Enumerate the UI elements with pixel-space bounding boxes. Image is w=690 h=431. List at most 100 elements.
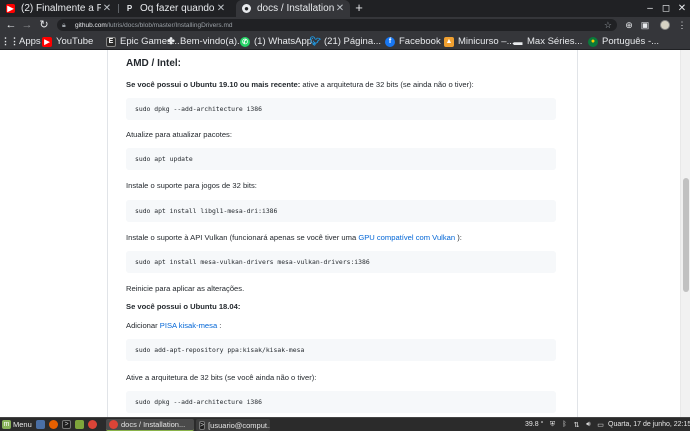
volume-icon[interactable]: 🔊︎: [584, 418, 593, 431]
bookmark-star-icon[interactable]: ☆: [604, 19, 612, 31]
page-scrollbar[interactable]: [680, 50, 690, 417]
bookmark-label: YouTube: [56, 36, 94, 47]
window-label: docs / Installation...: [121, 420, 186, 429]
window-label: [usuario@comput...: [208, 420, 270, 430]
address-url: github.com/lutris/docs/blob/master/Insta…: [75, 22, 233, 29]
chrome-launcher[interactable]: [88, 418, 97, 431]
paragraph-ubuntu-1910: Se você possui o Ubuntu 19.10 ou mais re…: [126, 80, 474, 89]
cast-icon[interactable]: ▣: [639, 17, 651, 33]
extension-icon[interactable]: ⊕: [623, 17, 635, 33]
bookmark-label: Facebook: [399, 36, 441, 47]
folder-icon: [75, 420, 84, 429]
update-shield-icon[interactable]: ⛨: [548, 418, 557, 431]
show-desktop-icon[interactable]: [36, 418, 45, 431]
menu-kebab-icon[interactable]: ⋮: [676, 17, 688, 33]
terminal-icon: >: [199, 420, 206, 430]
close-icon[interactable]: ✕: [101, 3, 113, 14]
network-icon[interactable]: ⇅: [572, 418, 581, 431]
forward-arrow-icon[interactable]: →: [20, 17, 34, 33]
code-block[interactable]: sudo apt install mesa-vulkan-drivers mes…: [126, 251, 556, 273]
paragraph-add-ppa: Adicionar PISA kisak-mesa :: [126, 321, 221, 330]
paragraph-text: Instale o suporte à API Vulkan (funciona…: [126, 233, 359, 242]
paragraph-ubuntu-1804: Se você possui o Ubuntu 18.04:: [126, 302, 240, 311]
taskbar: m Menu > docs / Installation... > [usuar…: [0, 417, 690, 431]
tab-youtube[interactable]: ▶ (2) Finalmente a POP ✕: [0, 0, 117, 17]
bookmark-label: Apps: [19, 36, 41, 47]
paragraph-text: ):: [455, 233, 462, 242]
firefox-icon: [49, 420, 58, 429]
vulkan-gpu-link[interactable]: GPU compatível com Vulkan: [358, 233, 455, 242]
twitter-icon: 🐦︎: [309, 36, 321, 46]
lock-icon: 🔒︎: [62, 21, 66, 29]
paragraph-text: ative a arquitetura de 32 bits (se ainda…: [300, 80, 474, 89]
url-path: /lutris/docs/blob/master/InstallingDrive…: [106, 21, 233, 29]
start-menu-button[interactable]: m Menu: [2, 418, 32, 431]
tab-title: docs / InstallationDriv: [257, 3, 334, 14]
cpu-temperature: 39.8 °: [525, 421, 544, 428]
bookmark-label: (1) WhatsApp: [254, 36, 313, 47]
bookmark-facebook[interactable]: f Facebook: [385, 33, 441, 50]
bem-vindo-icon: ✤: [167, 36, 175, 46]
speaker-icon: 🔊︎: [586, 420, 591, 428]
bookmark-apps[interactable]: ⋮⋮ Apps: [1, 33, 41, 50]
bookmark-label: Max Séries...: [527, 36, 583, 47]
bookmark-max-series[interactable]: ▬ Max Séries...: [513, 33, 583, 50]
paragraph-restart: Reinicie para aplicar as alterações.: [126, 284, 245, 293]
new-tab-button[interactable]: +: [352, 0, 366, 17]
p-icon: P: [126, 4, 133, 13]
bookmark-twitter[interactable]: 🐦︎ (21) Página...: [309, 33, 382, 50]
code-block[interactable]: sudo add-apt-repository ppa:kisak/kisak-…: [126, 339, 556, 361]
shield-icon: ⛨: [549, 420, 556, 428]
tab-docs-active[interactable]: ● docs / InstallationDriv ✕: [236, 0, 350, 17]
tab-oq-fazer[interactable]: P Oq fazer quando a e ✕: [119, 0, 231, 17]
bold-text: Se você possui o Ubuntu 18.04:: [126, 302, 241, 311]
github-icon: ●: [242, 4, 251, 13]
paragraph-32bit: Instale o suporte para jogos de 32 bits:: [126, 181, 257, 190]
heading-amd-intel: AMD / Intel:: [126, 58, 181, 69]
youtube-icon: ▶: [6, 4, 15, 13]
network-glyph-icon: ⇅: [573, 421, 580, 429]
bookmark-bem-vindo[interactable]: ✤ Bem-vindo(a)...: [166, 33, 245, 50]
portuguese-flag-icon: ●: [588, 36, 598, 47]
kisak-mesa-link[interactable]: PISA kisak-mesa: [160, 321, 217, 330]
clock[interactable]: Quarta, 17 de junho, 22:15: [608, 418, 690, 431]
bookmark-whatsapp[interactable]: ✆ (1) WhatsApp: [240, 33, 312, 50]
code-block[interactable]: sudo dpkg --add-architecture i386: [126, 98, 556, 120]
code-block[interactable]: sudo dpkg --add-architecture i386: [126, 391, 556, 413]
scrollbar-thumb[interactable]: [683, 178, 689, 292]
bluetooth-icon[interactable]: ᛒ: [560, 418, 569, 431]
tab-title: (2) Finalmente a POP: [21, 3, 101, 14]
files-launcher[interactable]: [75, 418, 84, 431]
close-window-icon[interactable]: ✕: [674, 0, 690, 17]
close-icon[interactable]: ✕: [334, 3, 346, 14]
bookmark-label: Minicurso –...: [458, 36, 515, 47]
close-icon[interactable]: ✕: [215, 3, 227, 14]
menu-label: Menu: [13, 420, 32, 429]
chrome-icon: [109, 420, 118, 429]
whatsapp-icon: ✆: [240, 36, 250, 47]
facebook-icon: f: [385, 36, 395, 47]
bookmark-minicurso[interactable]: ▲ Minicurso –...: [444, 33, 515, 50]
minimize-icon[interactable]: –: [642, 0, 658, 17]
bookmark-label: Bem-vindo(a)...: [180, 36, 245, 47]
back-arrow-icon[interactable]: ←: [4, 17, 18, 33]
reload-icon[interactable]: ↻: [37, 17, 51, 33]
profile-avatar[interactable]: [660, 20, 670, 30]
taskbar-window-chrome[interactable]: docs / Installation...: [106, 419, 194, 431]
code-block[interactable]: sudo apt update: [126, 148, 556, 170]
epic-games-icon: E: [106, 36, 116, 47]
bookmark-label: (21) Página...: [324, 36, 382, 47]
address-bar[interactable]: 🔒︎ github.com/lutris/docs/blob/master/In…: [57, 19, 617, 31]
code-block[interactable]: sudo apt install libgl1-mesa-dri:i386: [126, 200, 556, 222]
terminal-launcher[interactable]: >: [62, 418, 71, 431]
battery-icon[interactable]: ▭: [596, 418, 605, 431]
taskbar-window-terminal[interactable]: > [usuario@comput...: [196, 419, 270, 431]
maximize-icon[interactable]: ◻: [658, 0, 674, 17]
browser-toolbar: ← → ↻ 🔒︎ github.com/lutris/docs/blob/mas…: [0, 17, 690, 33]
markdown-article: AMD / Intel: Se você possui o Ubuntu 19.…: [107, 50, 578, 417]
bookmark-portugues[interactable]: ● Português -...: [588, 33, 659, 50]
firefox-launcher[interactable]: [49, 418, 58, 431]
bookmark-youtube[interactable]: ▶ YouTube: [42, 33, 93, 50]
desktop-icon: [36, 420, 45, 429]
bold-text: Se você possui o Ubuntu 19.10 ou mais re…: [126, 80, 301, 89]
